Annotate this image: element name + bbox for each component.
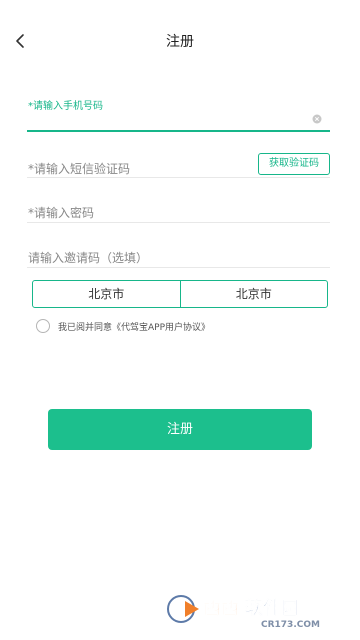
password-underline	[27, 222, 330, 223]
agree-checkbox[interactable]	[36, 319, 50, 333]
svg-text:软件园: 软件园	[245, 597, 299, 619]
clear-icon[interactable]	[312, 114, 322, 124]
city-selector: 北京市 北京市	[32, 280, 328, 308]
sms-underline	[27, 177, 330, 178]
agreement-text[interactable]: 我已阅并同意《代驾宝APP用户协议》	[58, 320, 210, 333]
svg-text:西西: 西西	[203, 598, 239, 619]
register-button[interactable]: 注册	[48, 409, 312, 450]
watermark-logo: 西西 软件园 CR173.COM	[165, 593, 320, 630]
phone-underline	[27, 130, 330, 132]
province-select[interactable]: 北京市	[33, 281, 180, 307]
invite-underline	[27, 267, 330, 268]
city-select[interactable]: 北京市	[181, 281, 328, 307]
get-code-button[interactable]: 获取验证码	[258, 153, 330, 175]
svg-text:CR173.COM: CR173.COM	[261, 620, 320, 630]
invite-code-input[interactable]: 请输入邀请码（选填）	[28, 249, 148, 266]
password-input[interactable]: *请输入密码	[28, 204, 94, 221]
page-title: 注册	[166, 34, 194, 50]
sms-code-input[interactable]: *请输入短信验证码	[28, 160, 130, 177]
phone-input[interactable]	[28, 110, 328, 128]
